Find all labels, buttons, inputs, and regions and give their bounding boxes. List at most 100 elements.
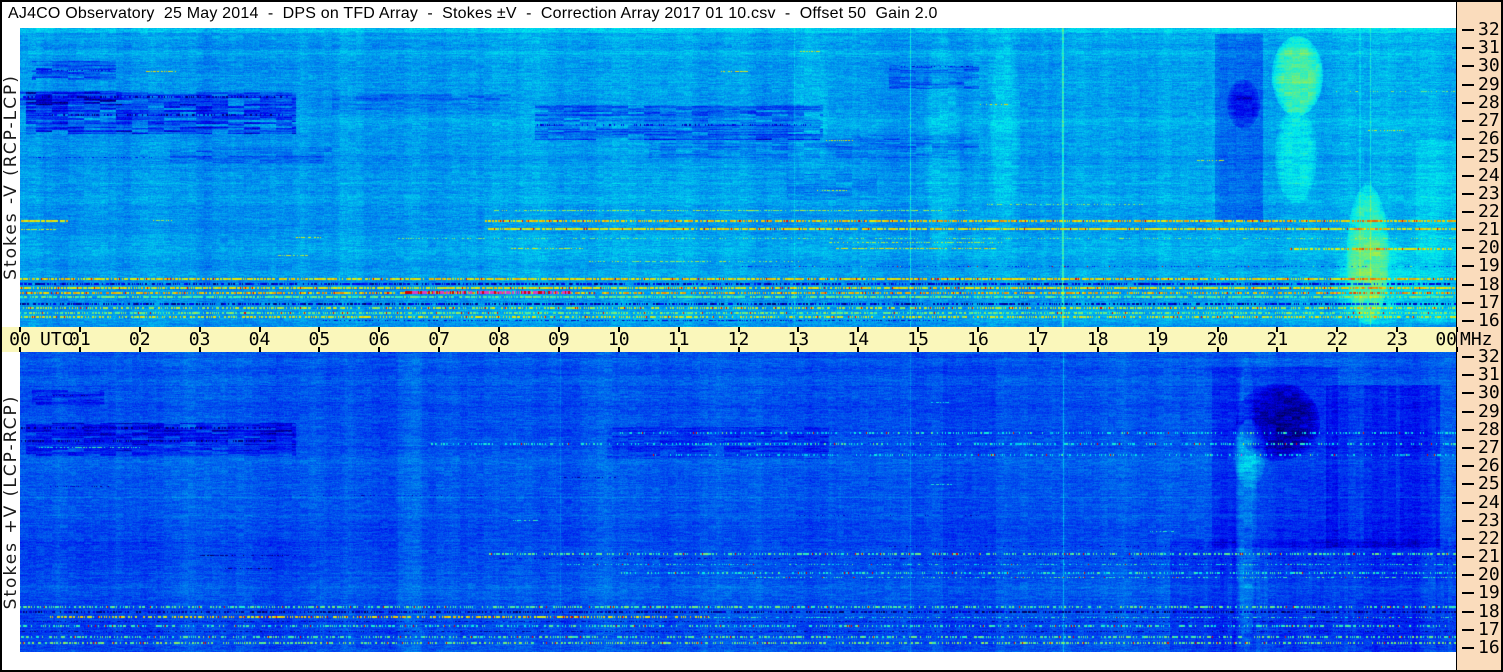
freq-tick-label: 17 (1478, 618, 1500, 640)
freq-tick (1462, 229, 1474, 232)
freq-tick-label: 24 (1478, 491, 1500, 513)
freq-tick-label: 28 (1478, 418, 1500, 440)
time-tick-label: 18 (1086, 329, 1109, 350)
freq-tick (1462, 320, 1474, 323)
freq-tick-label: 22 (1478, 200, 1500, 222)
freq-tick (1462, 65, 1474, 68)
time-tick-label: 00 (9, 329, 31, 350)
time-tick-label: 17 (1027, 329, 1049, 350)
freq-tick-label: 27 (1478, 109, 1500, 131)
time-tick-label: 06 (368, 329, 391, 350)
freq-tick-label: 20 (1478, 237, 1500, 259)
time-tick-label: 22 (1326, 329, 1349, 350)
time-tick-label: 09 (548, 329, 570, 350)
freq-tick (1462, 247, 1474, 250)
freq-tick-label: 25 (1478, 473, 1500, 495)
freq-tick (1462, 83, 1474, 86)
freq-tick-label: 20 (1478, 564, 1500, 586)
freq-tick (1462, 101, 1474, 104)
freq-tick (1462, 301, 1474, 304)
freq-tick-label: 17 (1478, 291, 1500, 313)
freq-tick-label: 26 (1478, 128, 1500, 150)
time-tick-label: 20 (1206, 329, 1229, 350)
freq-tick-label: 27 (1478, 436, 1500, 458)
time-tick-label: 07 (428, 329, 450, 350)
freq-tick (1462, 428, 1474, 431)
freq-tick (1462, 647, 1474, 650)
freq-tick-label: 22 (1478, 527, 1500, 549)
freq-tick-label: 19 (1478, 582, 1500, 604)
freq-tick-label: 28 (1478, 91, 1500, 113)
freq-tick (1462, 501, 1474, 504)
time-tick-label: 19 (1146, 329, 1169, 350)
time-tick-label: 10 (607, 329, 630, 350)
freq-tick-label: 29 (1478, 73, 1500, 95)
time-tick-label: 04 (248, 329, 271, 350)
time-tick-label: 14 (847, 329, 870, 350)
freq-tick (1462, 138, 1474, 141)
time-tick-label: 23 (1386, 329, 1408, 350)
freq-tick-label: 21 (1478, 546, 1500, 568)
time-tick-label: 02 (128, 329, 151, 350)
freq-tick-label: 29 (1478, 400, 1500, 422)
time-tick-label: 16 (967, 329, 989, 350)
freq-tick (1462, 410, 1474, 413)
time-tick-label: 00 (1435, 329, 1457, 350)
freq-tick-label: 30 (1478, 55, 1500, 77)
freq-tick (1462, 374, 1474, 377)
time-tick-label: 11 (667, 329, 690, 350)
time-tick-label: 21 (1266, 329, 1289, 350)
freq-tick (1462, 592, 1474, 595)
freq-tick-label: 32 (1478, 19, 1500, 40)
freq-tick (1462, 265, 1474, 268)
time-tick-label: 08 (488, 329, 510, 350)
freq-tick-label: 31 (1478, 37, 1500, 59)
time-tick-label: 12 (727, 329, 750, 350)
freq-tick (1462, 29, 1474, 31)
freq-tick-label: 25 (1478, 146, 1500, 168)
freq-tick-label: 16 (1478, 310, 1500, 332)
freq-tick (1462, 283, 1474, 286)
freq-tick-label: 23 (1478, 182, 1500, 204)
freq-tick (1462, 156, 1474, 159)
freq-tick-label: 30 (1478, 382, 1500, 404)
freq-tick-label: 18 (1478, 600, 1500, 622)
freq-tick (1462, 356, 1474, 358)
freq-tick-label: 19 (1478, 255, 1500, 277)
freq-tick-label: 24 (1478, 164, 1500, 186)
freq-tick (1462, 519, 1474, 522)
freq-tick-label: 26 (1478, 455, 1500, 477)
time-tick-label: 03 (188, 329, 211, 350)
freq-tick-label: 21 (1478, 219, 1500, 241)
freq-tick (1462, 47, 1474, 50)
freq-tick-label: 18 (1478, 273, 1500, 295)
freq-tick (1462, 556, 1474, 559)
freq-tick (1462, 392, 1474, 395)
freq-tick (1462, 610, 1474, 613)
spectrogram-bottom (20, 352, 1457, 652)
page-title: AJ4CO Observatory 25 May 2014 - DPS on T… (8, 5, 938, 22)
time-unit-label: UTC (40, 329, 73, 350)
freq-tick (1462, 483, 1474, 486)
freq-tick-label: 32 (1478, 346, 1500, 367)
time-tick-label: 05 (308, 329, 331, 350)
freq-tick-label: 31 (1478, 364, 1500, 386)
freq-tick-label: 23 (1478, 509, 1500, 531)
time-tick-label: 13 (787, 329, 810, 350)
freq-tick (1462, 446, 1474, 449)
left-axis-label-top: Stokes -V (RCP-LCP) (1, 74, 21, 280)
freq-tick-label: 16 (1478, 637, 1500, 659)
freq-tick (1462, 174, 1474, 177)
freq-tick (1462, 537, 1474, 540)
freq-unit-label: MHz (1460, 329, 1493, 350)
freq-tick (1462, 574, 1474, 577)
spectrogram-app: AJ4CO Observatory 25 May 2014 - DPS on T… (0, 0, 1503, 672)
freq-tick (1462, 192, 1474, 195)
freq-tick (1462, 628, 1474, 631)
freq-tick (1462, 465, 1474, 468)
time-tick-label: 15 (907, 329, 929, 350)
spectrogram-top (20, 28, 1457, 327)
freq-tick (1462, 210, 1474, 213)
freq-tick (1462, 119, 1474, 122)
left-axis-label-bottom: Stokes +V (LCP-RCP) (1, 394, 21, 610)
